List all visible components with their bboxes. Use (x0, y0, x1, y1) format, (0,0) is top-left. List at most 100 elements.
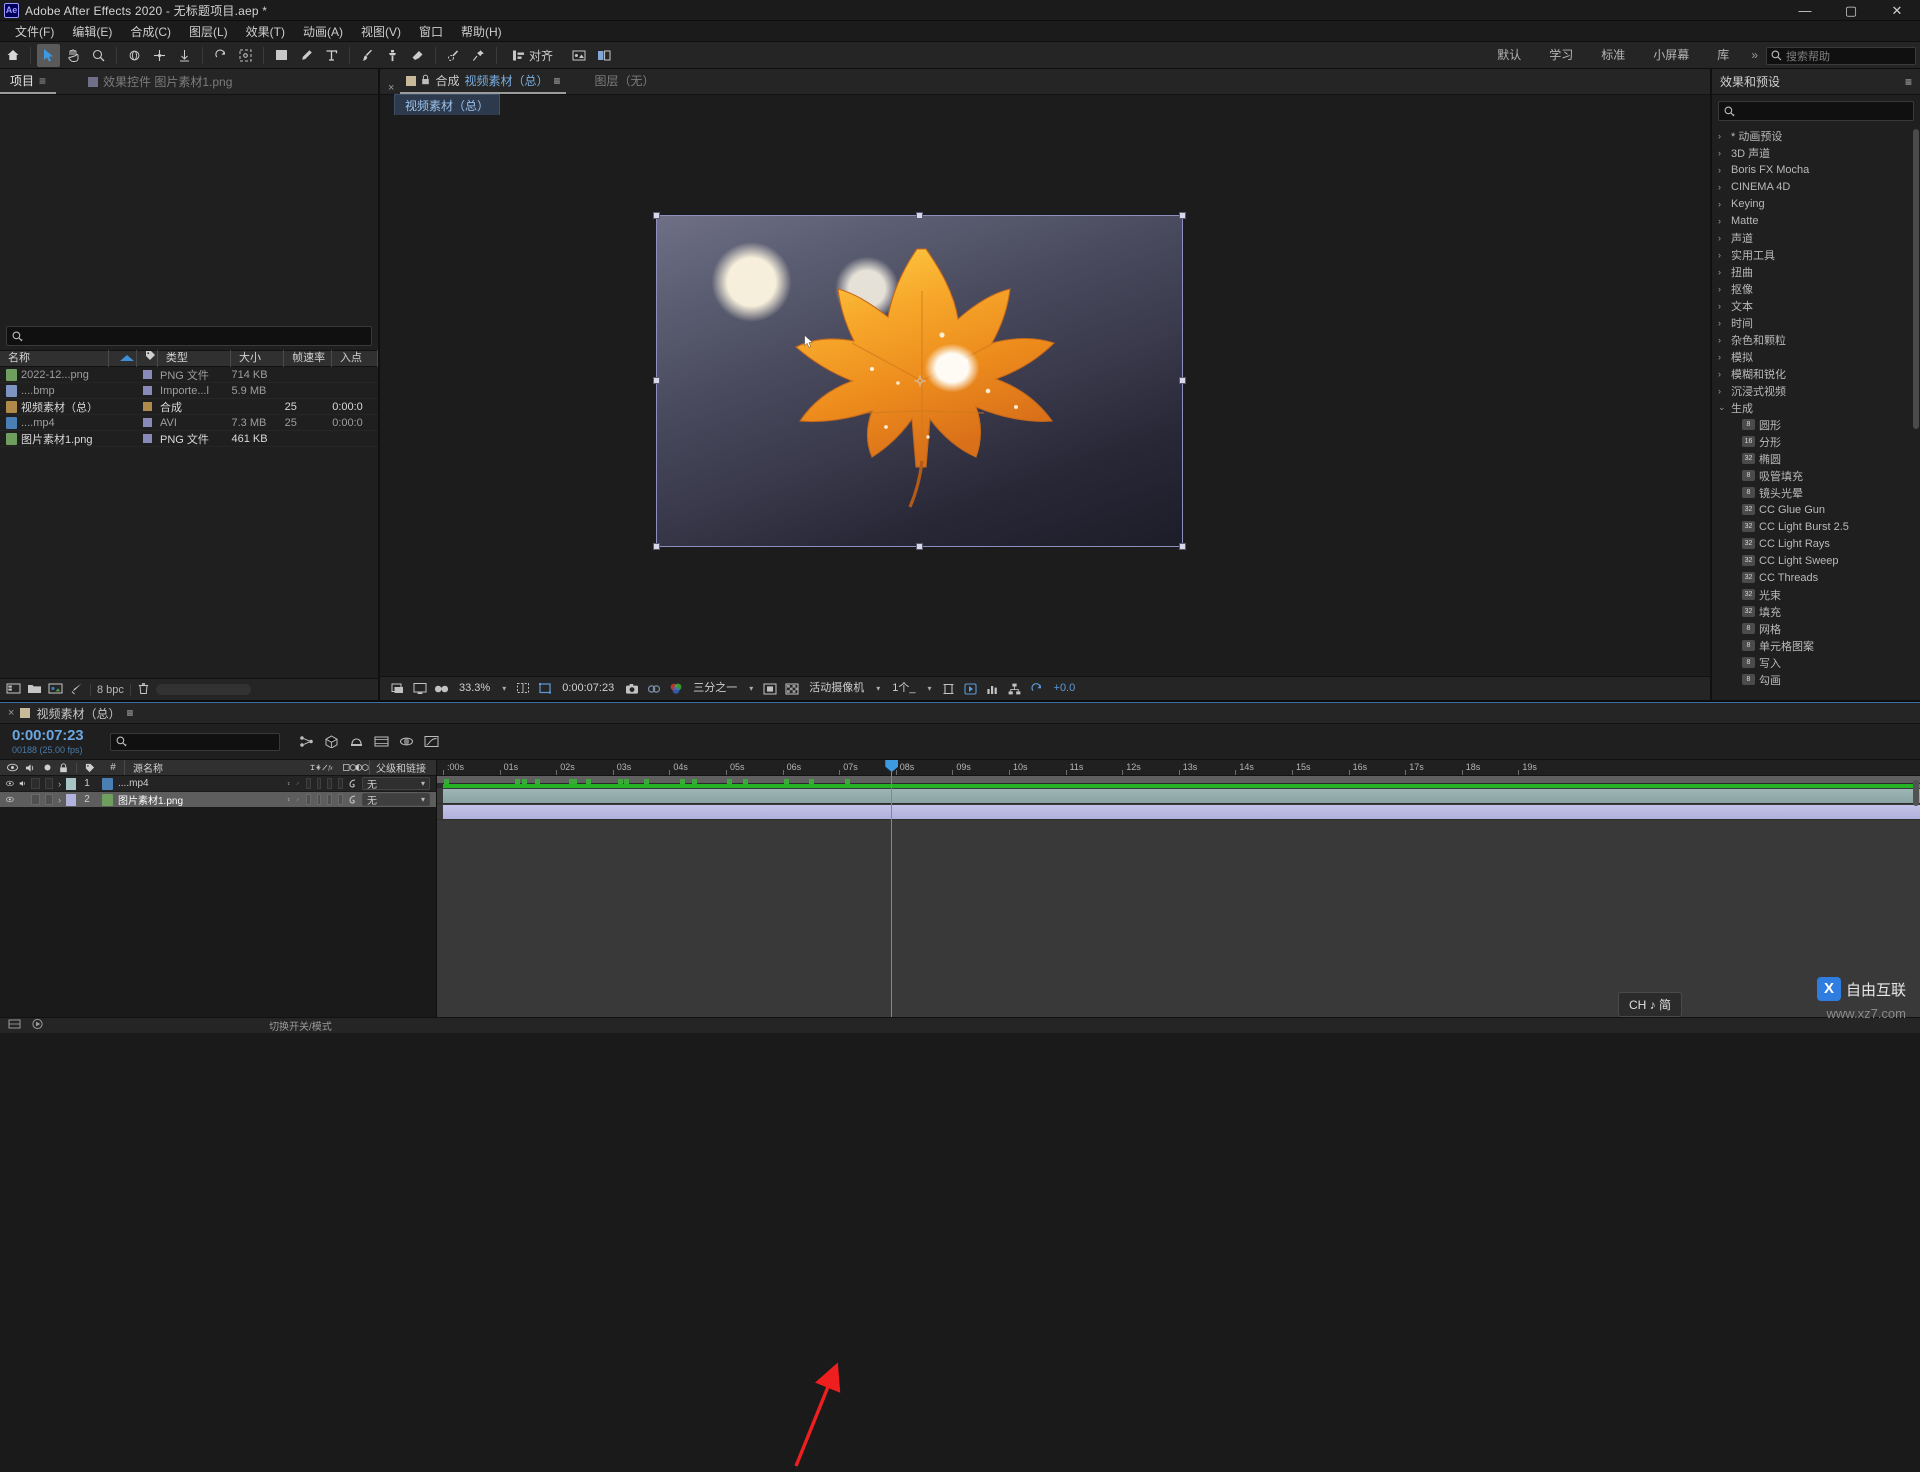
effect-group[interactable]: › * 动画预设 (1712, 127, 1920, 144)
effect-group[interactable]: ⌄ 生成 (1712, 399, 1920, 416)
breadcrumb-current[interactable]: 视频素材（总） (394, 93, 501, 117)
effect-item[interactable]: 32 光束 (1712, 586, 1920, 603)
work-area-bar[interactable] (437, 776, 1920, 784)
effect-group[interactable]: › 文本 (1712, 297, 1920, 314)
effect-group[interactable]: › 沉浸式视频 (1712, 382, 1920, 399)
effect-group[interactable]: › Keying (1712, 195, 1920, 212)
timeline-playhead[interactable] (885, 760, 899, 1017)
audio-icon[interactable] (19, 778, 27, 789)
timeline-switches-modes-label[interactable]: 切换开关/模式 (269, 1018, 332, 1033)
project-row-tag[interactable] (138, 370, 158, 379)
effect-item[interactable]: 8 圆形 (1712, 416, 1920, 433)
chevron-right-icon[interactable]: › (1718, 267, 1727, 277)
rectangle-tool-icon[interactable] (270, 44, 293, 67)
view-layout-dropdown-icon[interactable]: ▾ (924, 684, 936, 693)
composition-panel-menu-icon[interactable]: ≡ (553, 74, 560, 88)
track-row[interactable] (437, 804, 1920, 820)
keyframe-marker[interactable] (585, 779, 591, 784)
effects-tree-list[interactable]: › * 动画预设 › 3D 声道 › Boris FX Mocha › CINEMA 4D › K… (1712, 127, 1920, 700)
effects-search-input[interactable] (1718, 101, 1914, 121)
layer-row[interactable]: › 1 ....mp4 无 ▾ (0, 776, 436, 792)
clone-stamp-tool-icon[interactable] (381, 44, 404, 67)
keyframe-marker[interactable] (624, 779, 630, 784)
hide-shy-layers-icon[interactable] (348, 734, 364, 750)
project-row-tag[interactable] (138, 418, 158, 427)
camera-view-value[interactable]: 活动摄像机 (804, 680, 869, 697)
transparency-grid-icon[interactable] (782, 679, 801, 698)
effect-group[interactable]: › 杂色和颗粒 (1712, 331, 1920, 348)
keyframe-marker[interactable] (522, 779, 528, 784)
menu-animation[interactable]: 动画(A) (294, 21, 352, 42)
puppet-pin-tool-icon[interactable] (467, 44, 490, 67)
chevron-right-icon[interactable]: › (1718, 250, 1727, 260)
snapping-icon[interactable] (592, 44, 615, 67)
effect-group[interactable]: › 实用工具 (1712, 246, 1920, 263)
timeline-ruler-top[interactable] (439, 724, 1920, 759)
close-timeline-icon[interactable]: × (8, 707, 14, 719)
new-folder-icon[interactable] (27, 682, 42, 698)
text-tool-icon[interactable] (320, 44, 343, 67)
maximize-button[interactable]: ▢ (1828, 0, 1874, 21)
channel-rgb-icon[interactable] (666, 679, 685, 698)
chevron-right-icon[interactable]: › (1718, 335, 1727, 345)
effect-group[interactable]: › 扭曲 (1712, 263, 1920, 280)
parent-dropdown[interactable]: 无 ▾ (362, 793, 430, 807)
timeline-footer-frame-icon[interactable] (31, 1018, 44, 1033)
selection-tool-icon[interactable] (37, 43, 60, 67)
show-snapshot-icon[interactable] (644, 679, 663, 698)
shy-toggle-icon[interactable] (287, 778, 290, 789)
zoom-level-value[interactable]: 33.3% (454, 680, 495, 697)
effect-item[interactable]: 8 吸管填充 (1712, 467, 1920, 484)
roto-brush-tool-icon[interactable] (442, 44, 465, 67)
tab-effect-controls[interactable]: 效果控件 图片素材1.png (78, 69, 242, 94)
eraser-tool-icon[interactable] (406, 44, 429, 67)
chevron-right-icon[interactable]: › (1718, 301, 1727, 311)
layer-duration-bar[interactable] (443, 805, 1920, 819)
effect-item[interactable]: 32 填充 (1712, 603, 1920, 620)
solo-toggle[interactable] (31, 794, 40, 805)
column-size[interactable]: 大小 (231, 350, 285, 367)
menu-view[interactable]: 视图(V) (352, 21, 410, 42)
pen-tool-icon[interactable] (295, 44, 318, 67)
pickwhip-icon[interactable] (347, 794, 358, 805)
project-search-input[interactable] (6, 326, 372, 346)
workspace-default[interactable]: 默认 (1483, 42, 1535, 69)
view-layout-value[interactable]: 1个_ (887, 680, 920, 697)
menu-window[interactable]: 窗口 (410, 21, 452, 42)
draft-3d-icon[interactable] (323, 734, 339, 750)
new-composition-icon[interactable] (48, 682, 63, 698)
effect-item[interactable]: 32 CC Glue Gun (1712, 501, 1920, 518)
interpret-footage-icon[interactable] (6, 682, 21, 698)
chevron-right-icon[interactable]: › (1718, 165, 1727, 175)
project-row-tag[interactable] (138, 402, 158, 411)
effect-item[interactable]: 32 CC Light Burst 2.5 (1712, 518, 1920, 535)
motion-blur-toggle[interactable] (327, 794, 333, 805)
project-row[interactable]: 视频素材（总） 合成 25 0:00:0 (0, 399, 378, 415)
motion-blur-toggle[interactable] (327, 778, 333, 789)
resize-handle-tl[interactable] (653, 212, 660, 219)
frame-blend-toggle[interactable] (316, 778, 322, 789)
keyframe-marker[interactable] (618, 779, 624, 784)
effect-item[interactable]: 32 CC Light Rays (1712, 535, 1920, 552)
resize-handle-ml[interactable] (653, 377, 660, 384)
brush-tool-icon[interactable] (356, 44, 379, 67)
keyframe-marker[interactable] (692, 779, 698, 784)
resize-handle-bc[interactable] (915, 543, 923, 550)
resize-handle-mr[interactable] (1179, 377, 1186, 384)
tab-project[interactable]: 项目 ≡ (0, 69, 57, 94)
lock-icon[interactable] (421, 74, 430, 88)
timeline-graph-icon[interactable] (983, 679, 1002, 698)
workspace-more-button[interactable]: » (1743, 42, 1766, 69)
effect-item[interactable]: 8 网格 (1712, 620, 1920, 637)
zoom-dropdown-icon[interactable]: ▾ (498, 684, 510, 693)
resize-handle-tr[interactable] (1179, 212, 1186, 219)
anchor-point-tool-icon[interactable] (234, 44, 257, 67)
composition-timecode[interactable]: 0:00:07:23 (557, 680, 619, 697)
close-composition-icon[interactable]: × (388, 82, 394, 94)
dolly-tool-icon[interactable] (173, 44, 196, 67)
composition-viewer[interactable] (380, 115, 1710, 676)
effects-scrollbar[interactable] (1913, 129, 1919, 429)
layer-row[interactable]: › 2 图片素材1.png 无 ▾ (0, 792, 436, 808)
timeline-tab-name[interactable]: 视频素材（总） (36, 705, 120, 722)
resolution-dropdown-icon[interactable]: ▾ (745, 684, 757, 693)
